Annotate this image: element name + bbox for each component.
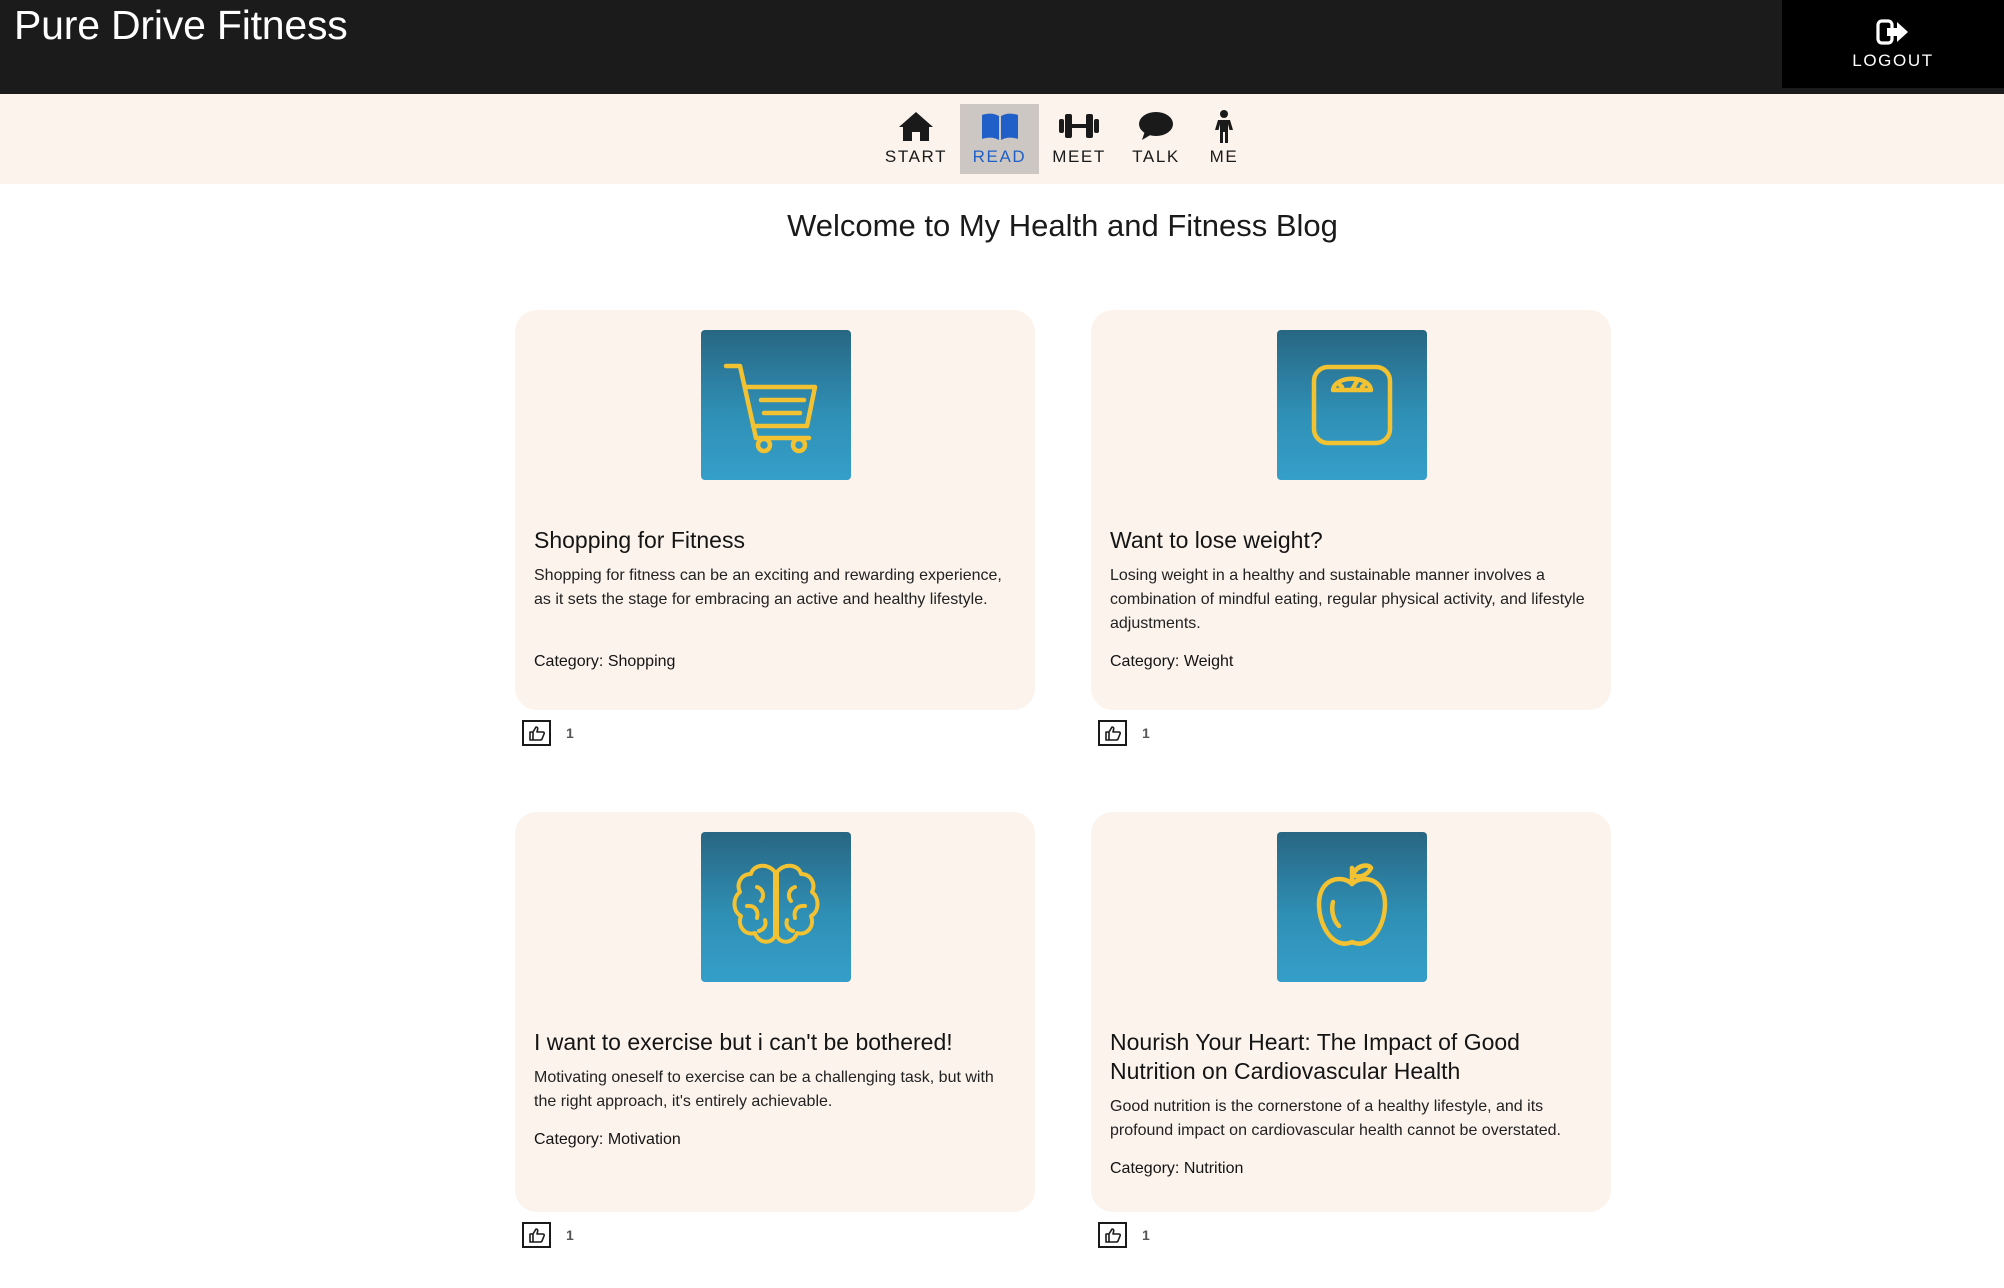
blog-card[interactable]: Nourish Your Heart: The Impact of Good N…	[1091, 812, 1611, 1212]
post-excerpt: Losing weight in a healthy and sustainab…	[1110, 567, 1585, 632]
main-nav: START READ MEET TALK ME	[0, 94, 2004, 184]
like-button[interactable]	[522, 1222, 551, 1248]
home-icon	[899, 112, 933, 141]
nav-label-talk: TALK	[1132, 147, 1180, 166]
brain-icon	[732, 863, 820, 944]
thumbs-up-icon	[1105, 1228, 1121, 1243]
book-open-icon	[981, 113, 1018, 140]
post-title[interactable]: Shopping for Fitness	[534, 526, 1024, 555]
logout-label: LOGOUT	[1852, 51, 1934, 70]
post-category: Category: Nutrition	[1110, 1160, 1244, 1177]
card-image	[701, 832, 851, 982]
logout-button[interactable]: LOGOUT	[1782, 0, 2004, 88]
like-button[interactable]	[1098, 1222, 1127, 1248]
nav-label-me: ME	[1209, 147, 1239, 166]
like-button[interactable]	[522, 720, 551, 746]
page-title: Welcome to My Health and Fitness Blog	[787, 208, 1338, 243]
post-excerpt: Motivating oneself to exercise can be a …	[534, 1069, 994, 1110]
blog-card[interactable]: I want to exercise but i can't be bother…	[515, 812, 1035, 1212]
nav-label-start: START	[884, 147, 948, 166]
card-image	[1277, 330, 1427, 480]
post-title[interactable]: I want to exercise but i can't be bother…	[534, 1028, 1024, 1057]
dumbbell-icon	[1059, 114, 1099, 138]
card-image	[701, 330, 851, 480]
apple-icon	[1316, 863, 1388, 946]
blog-card[interactable]: Shopping for Fitness Shopping for fitnes…	[515, 310, 1035, 710]
blog-card[interactable]: Want to lose weight? Losing weight in a …	[1091, 310, 1611, 710]
nav-item-start[interactable]: START	[881, 104, 951, 174]
thumbs-up-icon	[1105, 726, 1121, 741]
post-title[interactable]: Nourish Your Heart: The Impact of Good N…	[1110, 1028, 1600, 1086]
sign-out-icon	[1876, 19, 1908, 45]
speech-bubble-icon	[1139, 112, 1173, 140]
nav-item-me[interactable]: ME	[1200, 104, 1248, 174]
nav-item-read[interactable]: READ	[960, 104, 1039, 174]
like-count: 1	[1142, 725, 1150, 741]
card-image	[1277, 832, 1427, 982]
app-title: Pure Drive Fitness	[14, 2, 348, 48]
like-count: 1	[1142, 1227, 1150, 1243]
like-count: 1	[566, 1227, 574, 1243]
nav-label-read: READ	[972, 147, 1027, 166]
like-button[interactable]	[1098, 720, 1127, 746]
post-excerpt: Shopping for fitness can be an exciting …	[534, 567, 1002, 608]
person-icon	[1215, 110, 1233, 143]
nav-item-meet[interactable]: MEET	[1048, 104, 1110, 174]
post-category: Category: Motivation	[534, 1131, 681, 1148]
weighing-scale-icon	[1311, 364, 1393, 446]
thumbs-up-icon	[529, 726, 545, 741]
shopping-cart-icon	[723, 363, 818, 454]
post-title[interactable]: Want to lose weight?	[1110, 526, 1600, 555]
like-count: 1	[566, 725, 574, 741]
thumbs-up-icon	[529, 1228, 545, 1243]
post-excerpt: Good nutrition is the cornerstone of a h…	[1110, 1098, 1561, 1139]
post-category: Category: Shopping	[534, 653, 676, 670]
nav-label-meet: MEET	[1052, 147, 1106, 166]
nav-item-talk[interactable]: TALK	[1124, 104, 1188, 174]
post-category: Category: Weight	[1110, 653, 1234, 670]
top-header: Pure Drive Fitness LOGOUT	[0, 0, 2004, 94]
